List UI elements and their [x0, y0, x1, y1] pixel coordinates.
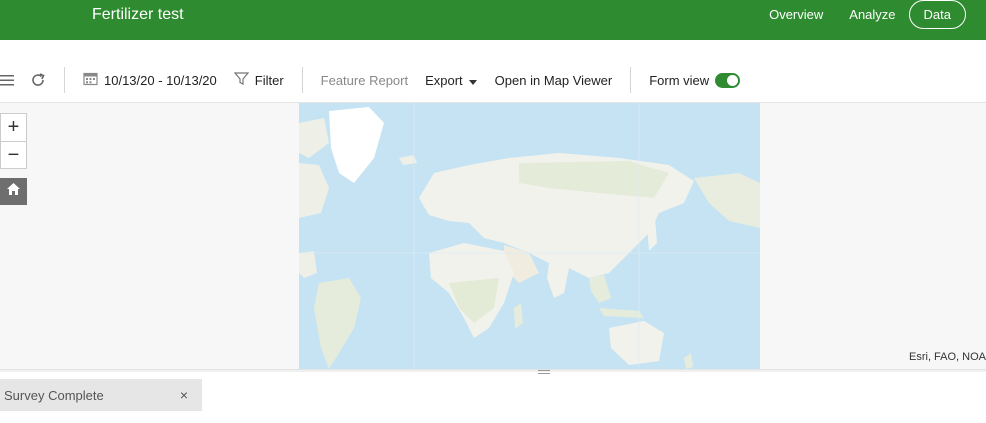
filter-icon — [233, 71, 250, 89]
zoom-control: + − — [0, 113, 27, 169]
header-nav: Overview Analyze Data — [756, 0, 966, 29]
home-button[interactable] — [0, 178, 27, 205]
nav-overview[interactable]: Overview — [756, 7, 836, 22]
close-icon[interactable]: × — [180, 387, 188, 403]
export-label: Export — [425, 72, 463, 88]
filter-chip-label: Survey Complete — [4, 387, 104, 403]
toolbar-divider — [301, 67, 303, 93]
map-area[interactable]: + − Esri, FAO, NOA — [0, 102, 986, 370]
map-attribution: Esri, FAO, NOA — [909, 351, 986, 363]
calendar-icon — [83, 71, 98, 89]
drag-handle-icon[interactable] — [538, 370, 550, 374]
home-icon — [6, 182, 21, 201]
date-range-label: 10/13/20 - 10/13/20 — [104, 72, 217, 88]
refresh-icon[interactable] — [30, 72, 46, 88]
toolbar-divider — [630, 67, 632, 93]
open-in-map-viewer-button[interactable]: Open in Map Viewer — [495, 73, 613, 88]
zoom-in-button[interactable]: + — [1, 114, 26, 141]
feature-report-button[interactable]: Feature Report — [321, 73, 408, 88]
toggle-switch[interactable] — [715, 72, 741, 88]
survey-title: Fertilizer test — [92, 6, 184, 23]
nav-data[interactable]: Data — [908, 0, 966, 29]
menu-icon[interactable] — [0, 74, 14, 86]
world-map[interactable] — [299, 103, 760, 369]
panel-splitter[interactable] — [0, 369, 986, 372]
zoom-out-button[interactable]: − — [1, 141, 26, 168]
nav-analyze[interactable]: Analyze — [836, 7, 908, 22]
filter-label: Filter — [254, 72, 284, 88]
filter-button[interactable]: Filter — [233, 71, 284, 89]
export-dropdown[interactable]: Export — [425, 73, 477, 88]
toolbar-divider — [64, 67, 65, 93]
caret-down-icon — [468, 73, 477, 88]
app-header: Fertilizer test Overview Analyze Data — [0, 0, 986, 40]
date-range-button[interactable]: 10/13/20 - 10/13/20 — [83, 71, 217, 89]
data-toolbar: 10/13/20 - 10/13/20 Filter Feature Repor… — [0, 58, 986, 102]
form-view-toggle[interactable]: Form view — [649, 72, 741, 88]
form-view-label: Form view — [649, 72, 710, 88]
filter-chip: Survey Complete × — [0, 379, 202, 411]
